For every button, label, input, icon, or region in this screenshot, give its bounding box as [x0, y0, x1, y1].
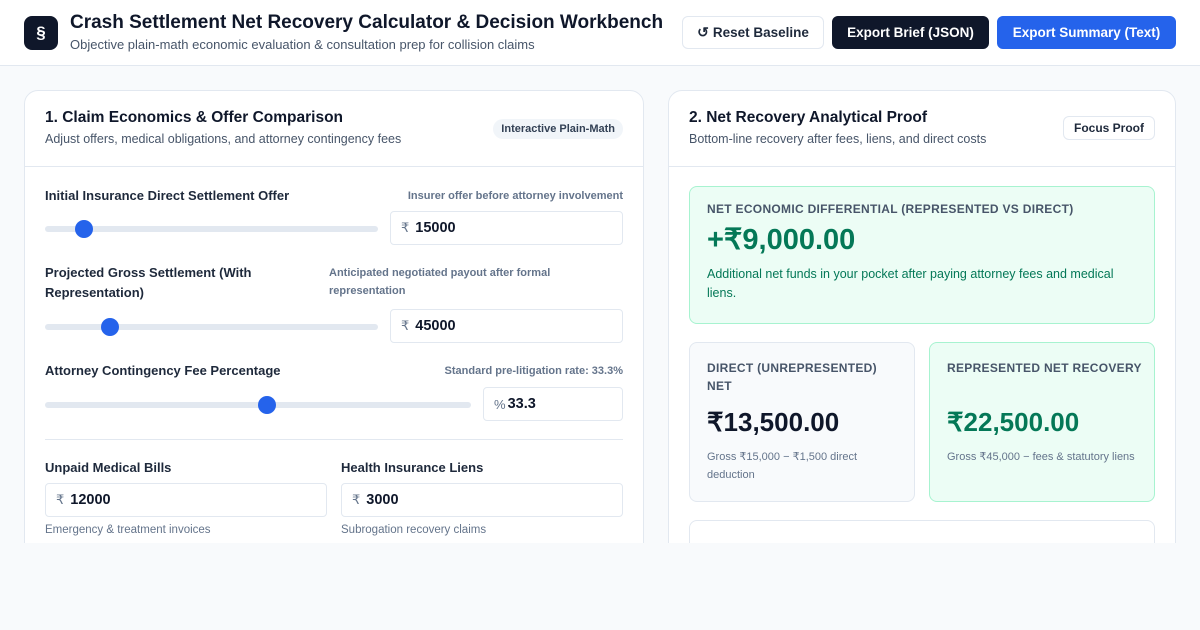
health-liens-value: 3000 — [366, 492, 399, 508]
gross-settlement-hint: Anticipated negotiated payout after form… — [329, 267, 551, 297]
initial-offer-slider[interactable] — [45, 220, 378, 238]
initial-offer-input[interactable]: ₹ 15000 — [390, 211, 623, 245]
health-liens-input[interactable]: ₹ 3000 — [341, 483, 623, 517]
net-differential-label: NET ECONOMIC DIFFERENTIAL (REPRESENTED V… — [707, 202, 1074, 216]
rupee-prefix: ₹ — [56, 492, 65, 507]
top-bar: § Crash Settlement Net Recovery Calculat… — [0, 0, 1200, 66]
app-subtitle: Objective plain-math economic evaluation… — [70, 37, 535, 52]
focus-proof-button[interactable]: Focus Proof — [1062, 116, 1155, 140]
reset-baseline-button[interactable]: ↺ Reset Baseline — [682, 16, 824, 49]
claim-economics-title: 1. Claim Economics & Offer Comparison — [45, 109, 344, 126]
represented-net-label: REPRESENTED NET RECOVERY — [947, 361, 1142, 375]
contingency-fee-slider-thumb[interactable] — [257, 396, 276, 414]
net-differential-description: Additional net funds in your pocket afte… — [707, 267, 1114, 300]
represented-net-note: Gross ₹45,000 − fees & statutory liens — [947, 451, 1135, 463]
initial-offer-hint: Insurer offer before attorney involvemen… — [407, 190, 623, 202]
initial-offer-slider-thumb[interactable] — [74, 220, 93, 238]
net-recovery-title: 2. Net Recovery Analytical Proof — [689, 109, 928, 126]
export-brief-json-button[interactable]: Export Brief (JSON) — [832, 16, 989, 49]
section-sign-logo-icon: § — [24, 16, 58, 50]
net-recovery-header: 2. Net Recovery Analytical Proof Bottom-… — [669, 91, 1175, 167]
gross-settlement-input[interactable]: ₹ 45000 — [390, 309, 623, 343]
interactive-plain-math-pill: Interactive Plain-Math — [493, 119, 623, 139]
viewport-cutoff — [0, 543, 1200, 630]
gross-settlement-value: 45000 — [415, 318, 456, 334]
net-recovery-subtitle: Bottom-line recovery after fees, liens, … — [689, 132, 987, 146]
medical-bills-label: Unpaid Medical Bills — [45, 460, 172, 475]
direct-net-label: DIRECT (UNREPRESENTED) NET — [707, 361, 877, 393]
app-title: Crash Settlement Net Recovery Calculator… — [70, 12, 664, 33]
represented-net-card: REPRESENTED NET RECOVERY ₹22,500.00 Gros… — [929, 342, 1155, 502]
medical-bills-value: 12000 — [70, 492, 111, 508]
rupee-prefix: ₹ — [401, 318, 410, 333]
claim-economics-header: 1. Claim Economics & Offer Comparison Ad… — [25, 91, 643, 167]
contingency-fee-value: 33.3 — [507, 396, 536, 412]
section-divider — [45, 439, 623, 440]
rupee-prefix: ₹ — [352, 492, 361, 507]
reset-baseline-label: Reset Baseline — [712, 25, 809, 40]
represented-net-value: ₹22,500.00 — [947, 407, 1080, 437]
net-differential-value: +₹9,000.00 — [707, 224, 856, 256]
export-summary-text-button[interactable]: Export Summary (Text) — [997, 16, 1176, 49]
gross-settlement-slider-thumb[interactable] — [100, 318, 119, 336]
contingency-fee-hint: Standard pre-litigation rate: 33.3% — [444, 365, 623, 377]
claim-economics-subtitle: Adjust offers, medical obligations, and … — [45, 132, 402, 146]
gross-settlement-slider[interactable] — [45, 318, 378, 336]
gross-settlement-label: Projected Gross Settlement (With Represe… — [45, 265, 252, 300]
medical-bills-input[interactable]: ₹ 12000 — [45, 483, 327, 517]
health-liens-label: Health Insurance Liens — [341, 460, 484, 475]
initial-offer-label: Initial Insurance Direct Settlement Offe… — [45, 188, 290, 203]
percent-prefix: % — [494, 396, 506, 412]
reset-icon: ↺ — [697, 24, 709, 40]
contingency-fee-label: Attorney Contingency Fee Percentage — [45, 363, 281, 378]
direct-net-value: ₹13,500.00 — [707, 407, 840, 437]
initial-offer-value: 15000 — [415, 220, 456, 236]
direct-net-card: DIRECT (UNREPRESENTED) NET ₹13,500.00 Gr… — [689, 342, 915, 502]
contingency-fee-slider[interactable] — [45, 396, 471, 414]
medical-bills-note: Emergency & treatment invoices — [45, 524, 211, 536]
direct-net-note: Gross ₹15,000 − ₹1,500 direct deduction — [707, 451, 858, 481]
health-liens-note: Subrogation recovery claims — [341, 524, 487, 536]
contingency-fee-input[interactable]: % 33.3 — [483, 387, 623, 421]
rupee-prefix: ₹ — [401, 220, 410, 235]
net-differential-card: NET ECONOMIC DIFFERENTIAL (REPRESENTED V… — [689, 186, 1155, 324]
